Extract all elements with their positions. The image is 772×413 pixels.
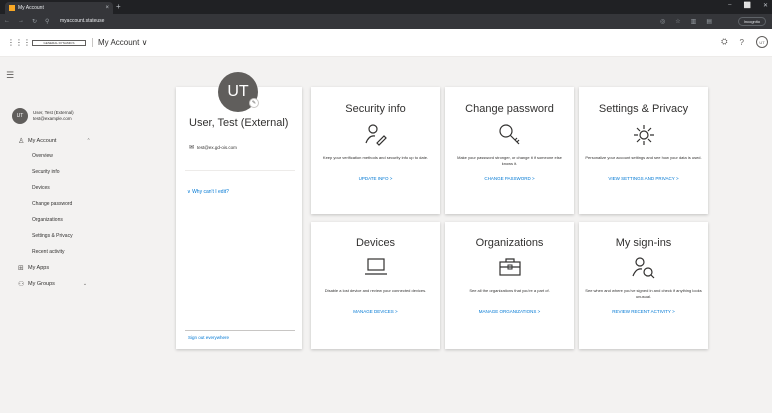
header-avatar[interactable]: UT	[756, 36, 768, 48]
update-info-link[interactable]: UPDATE INFO >	[311, 176, 440, 181]
hamburger-icon[interactable]: ☰	[6, 70, 14, 81]
why-cant-edit-label: Why can't I edit?	[192, 189, 229, 195]
new-tab-button[interactable]: +	[116, 2, 121, 11]
card-description: See when and where you've signed in and …	[585, 288, 702, 299]
sidebar-item-my-groups[interactable]: ⚇ My Groups ⌄	[18, 280, 87, 288]
sidebar-item-devices[interactable]: Devices	[32, 185, 50, 191]
change-password-link[interactable]: CHANGE PASSWORD >	[445, 176, 574, 181]
manage-devices-link[interactable]: MANAGE DEVICES >	[311, 309, 440, 314]
card-title: Security info	[345, 103, 406, 115]
sidebar-user-email: test@example.com	[33, 116, 72, 121]
forward-icon[interactable]: →	[18, 18, 24, 25]
view-settings-link[interactable]: VIEW SETTINGS AND PRIVACY >	[579, 176, 708, 181]
app-title[interactable]: My Account ∨	[92, 38, 147, 47]
sidebar-item-my-account[interactable]: ♙ My Account ⌃	[18, 137, 91, 145]
card-description: Disable a lost device and review your co…	[324, 288, 427, 293]
card-title: My sign-ins	[615, 237, 672, 249]
browser-toolbar: ← → ↻ ⚲ myaccount.stateuse ◎ ☆ ▥ ▤ Incog…	[0, 14, 772, 29]
mail-icon: ✉	[189, 145, 195, 151]
app-header: ⋮⋮⋮ GENERAL DYNAMICS My Account ∨ ⛭ ? UT	[0, 29, 772, 57]
briefcase-icon	[498, 258, 521, 276]
sidebar-item-label: My Apps	[28, 265, 50, 271]
sidebar-icon[interactable]: ▥	[691, 18, 697, 25]
sidebar-item-change-password[interactable]: Change password	[32, 201, 72, 207]
star-icon[interactable]: ☆	[675, 18, 680, 25]
key-icon	[498, 124, 519, 145]
maximize-button[interactable]: ⬜	[743, 2, 750, 9]
manage-organizations-link[interactable]: MANAGE ORGANIZATIONS >	[445, 309, 574, 314]
security-info-card: Security info Keep your verification met…	[311, 87, 440, 214]
browser-tab-bar: My Account × + – ⬜ ✕	[0, 0, 772, 14]
company-logo: GENERAL DYNAMICS	[32, 40, 86, 46]
site-info-icon[interactable]: ⚲	[45, 18, 49, 25]
eye-off-icon[interactable]: ◎	[660, 18, 665, 25]
minimize-button[interactable]: –	[728, 2, 731, 9]
change-password-card: Change password Make your password stron…	[445, 87, 574, 214]
card-description: Keep your verification methods and secur…	[322, 155, 429, 160]
card-title: Change password	[465, 103, 554, 115]
card-description: See all the organizations that you're a …	[469, 288, 550, 293]
tab-search-icon[interactable]: ▤	[706, 18, 712, 25]
sidebar-user: UT User, Test (External) test@example.co…	[12, 108, 74, 124]
groups-icon: ⚇	[18, 281, 25, 288]
nav-buttons: ← → ↻ ⚲	[4, 18, 49, 25]
sidebar-item-settings-privacy[interactable]: Settings & Privacy	[32, 233, 73, 239]
card-title: Organizations	[475, 237, 544, 249]
person-key-icon	[364, 124, 387, 146]
profile-name: User, Test (External)	[189, 117, 289, 129]
sidebar-item-overview[interactable]: Overview	[32, 153, 53, 159]
card-title: Settings & Privacy	[598, 103, 689, 115]
card-description: Make your password stronger, or change i…	[457, 155, 562, 166]
org-icon[interactable]: ⛭	[721, 37, 727, 47]
sidebar-item-security-info[interactable]: Security info	[32, 169, 60, 175]
favicon-icon	[9, 5, 15, 11]
sidebar-item-label: My Groups	[28, 281, 55, 287]
tab-close-icon[interactable]: ×	[105, 5, 109, 11]
divider	[185, 330, 295, 331]
review-activity-link[interactable]: REVIEW RECENT ACTIVITY >	[579, 309, 708, 314]
reload-icon[interactable]: ↻	[32, 18, 37, 25]
edit-photo-icon[interactable]: ✎	[249, 98, 259, 108]
apps-grid-icon: ⊞	[18, 265, 24, 272]
gear-icon	[633, 125, 654, 145]
laptop-icon	[364, 258, 387, 275]
sidebar-item-recent-activity[interactable]: Recent activity	[32, 249, 65, 255]
chevron-up-icon[interactable]: ⌃	[86, 138, 90, 144]
close-window-button[interactable]: ✕	[763, 2, 768, 9]
card-title: Devices	[355, 237, 396, 249]
profile-email-row: ✉ test@ex.gd-ois.com	[189, 144, 237, 151]
browser-tab[interactable]: My Account ×	[5, 2, 113, 14]
chevron-down-icon[interactable]: ⌄	[83, 281, 87, 287]
toolbar-icons: ◎ ☆ ▥ ▤	[660, 18, 712, 25]
divider	[185, 170, 295, 171]
devices-card: Devices Disable a lost device and review…	[311, 222, 440, 349]
sidebar-item-organizations[interactable]: Organizations	[32, 217, 63, 223]
tab-title: My Account	[18, 5, 44, 11]
window-controls: – ⬜ ✕	[728, 2, 768, 9]
address-bar[interactable]: myaccount.stateuse	[60, 18, 104, 24]
card-description: Personalize your account settings and se…	[585, 155, 702, 160]
settings-privacy-card: Settings & Privacy Personalize your acco…	[579, 87, 708, 214]
sidebar-item-my-apps[interactable]: ⊞ My Apps	[18, 264, 49, 272]
person-icon: ♙	[18, 138, 25, 145]
avatar: UT	[12, 108, 28, 124]
profile-email: test@ex.gd-ois.com	[197, 145, 237, 150]
incognito-badge[interactable]: Incognito	[737, 17, 766, 26]
back-icon[interactable]: ←	[4, 18, 10, 25]
my-sign-ins-card: My sign-ins See when and where you've si…	[579, 222, 708, 349]
sign-out-everywhere-link[interactable]: Sign out everywhere	[188, 335, 229, 340]
why-cant-edit-link[interactable]: ∨ Why can't I edit?	[187, 189, 229, 195]
help-icon[interactable]: ?	[740, 38, 744, 47]
header-actions: ⛭ ? UT	[721, 36, 768, 48]
organizations-card: Organizations See all the organizations …	[445, 222, 574, 349]
person-search-icon	[631, 257, 654, 279]
app-launcher-icon[interactable]: ⋮⋮⋮	[7, 38, 31, 47]
sidebar-item-label: My Account	[28, 138, 57, 144]
